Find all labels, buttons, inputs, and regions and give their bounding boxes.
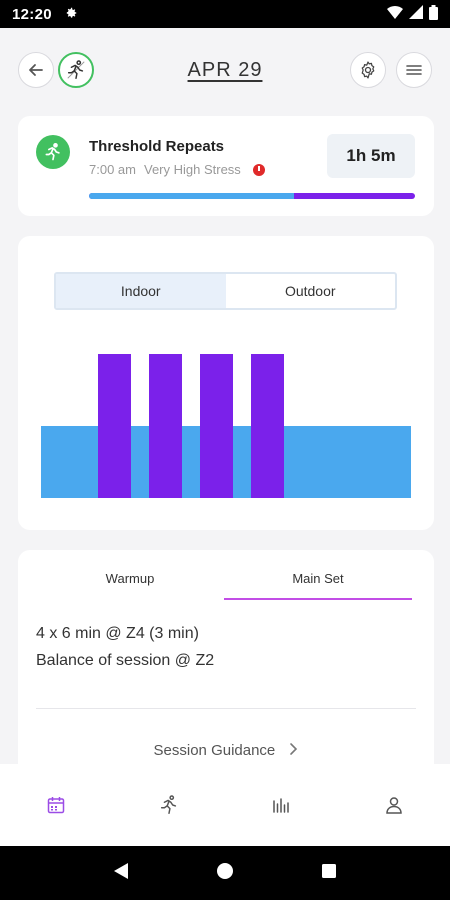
nav-calendar[interactable] [0,764,113,846]
workout-card[interactable]: Threshold Repeats 7:00 am Very High Stre… [18,116,434,216]
stress-alert-icon [252,163,265,176]
activity-type-button[interactable] [58,52,94,88]
calendar-icon [48,797,65,814]
nav-profile[interactable] [338,764,450,846]
runner-icon [67,60,85,79]
nav-stats[interactable] [225,764,338,846]
session-guidance-link[interactable]: Session Guidance [18,742,434,759]
session-card: Warmup Main Set 4 x 6 min @ Z4 (3 min) B… [18,550,434,782]
home-circle-icon[interactable] [216,862,234,885]
divider [36,708,416,709]
session-line-1: 4 x 6 min @ Z4 (3 min) [36,625,199,642]
session-guidance-label: Session Guidance [153,742,276,759]
menu-button[interactable] [396,52,432,88]
workout-icon [36,135,70,169]
workout-progress-bar [89,193,415,199]
battery-icon [429,4,438,24]
menu-icon [406,65,422,75]
settings-button[interactable] [350,52,386,88]
session-tabs: Warmup Main Set [36,566,412,600]
gear-icon [64,6,78,23]
workout-interval-chart [41,354,411,498]
person-icon [385,797,402,814]
back-triangle-icon[interactable] [113,862,129,885]
session-description: 4 x 6 min @ Z4 (3 min) Balance of sessio… [36,620,214,674]
runner-icon [160,795,176,814]
bottom-navigation [0,764,450,846]
stress-label: Very High Stress [143,162,241,177]
system-navigation-bar [0,846,450,900]
page-title[interactable]: APR 29 [188,59,263,81]
interval-bar [251,354,284,498]
status-time: 12:20 [12,5,52,23]
status-bar: 12:20 [0,0,450,28]
back-button[interactable] [18,52,54,88]
header: APR 29 [0,28,450,112]
runner-icon [45,143,60,161]
workout-time: 7:00 am [89,162,136,177]
wifi-icon [387,5,403,23]
tab-warmup[interactable]: Warmup [36,566,224,600]
chevron-right-icon [289,742,298,759]
workout-meta: 7:00 am Very High Stress [89,162,265,177]
bar-chart-icon [273,798,289,813]
workout-title: Threshold Repeats [89,138,225,155]
nav-activities[interactable] [113,764,226,846]
signal-icon [409,5,423,23]
tab-main-set[interactable]: Main Set [224,566,412,600]
interval-bar [98,354,131,498]
duration-badge: 1h 5m [327,134,415,178]
progress-fill [89,193,295,199]
arrow-left-icon [29,64,43,76]
recents-square-icon[interactable] [321,863,337,884]
session-line-2: Balance of session @ Z2 [36,652,215,669]
workout-structure-card: Indoor Outdoor [18,236,434,530]
interval-bar [200,354,233,498]
gear-icon [361,61,375,79]
interval-bar [149,354,182,498]
